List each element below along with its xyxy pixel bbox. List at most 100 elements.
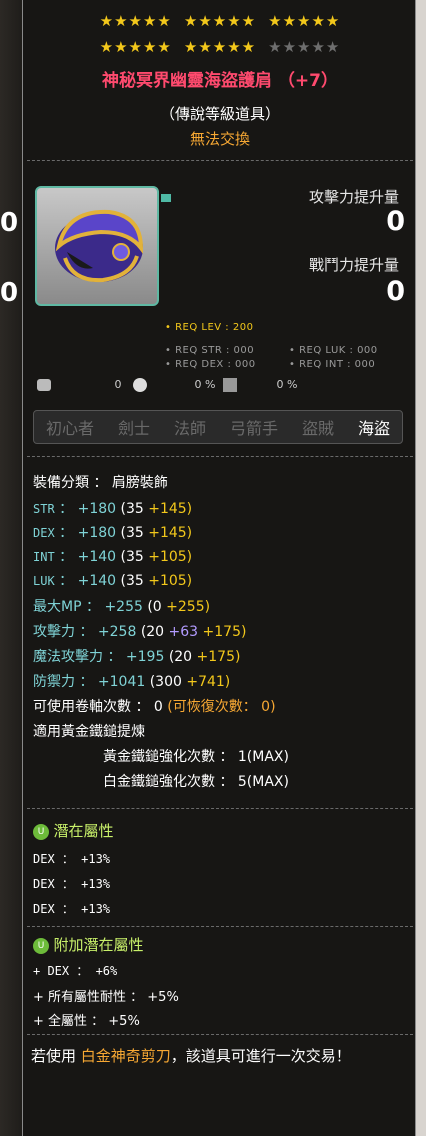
stat-bonus: +145) — [148, 525, 193, 541]
stat-magic-attack-row: 魔法攻擊力 ： +195 (20 +175) — [33, 649, 241, 665]
potential-line: DEX ： +13% — [33, 852, 111, 866]
scroll-slots: 可使用卷軸次數 ： 0 — [33, 699, 163, 715]
req-int: • REQ INT : 000 — [289, 359, 376, 370]
shield-icon — [222, 378, 237, 392]
info-value-b: 0 % — [194, 378, 216, 391]
platinum-hammer-count: 白金鐵鎚強化次數 ： 5(MAX) — [103, 774, 289, 790]
star-icon-group: ★★★★★ — [183, 12, 257, 30]
divider — [27, 1034, 413, 1036]
notice-prefix: 若使用 — [31, 1047, 81, 1065]
stat-dex-row: DEX ： +180 (35 +145) — [33, 525, 193, 541]
divider — [27, 456, 413, 458]
background-panel-right — [416, 0, 426, 1136]
stat-bonus: +105) — [148, 573, 193, 589]
item-icon-frame — [35, 186, 159, 306]
stat-total: +180 — [77, 501, 117, 517]
stat-base: (0 — [147, 599, 162, 615]
star-icon-group: ★★★★★ — [183, 38, 257, 56]
star-force-row-1: ★★★★★ ★★★★★ ★★★★★ — [23, 12, 417, 30]
stat-bonus: +175) — [202, 624, 247, 640]
divider — [27, 160, 413, 162]
combat-increase-label: 戰鬥力提升量 — [308, 256, 399, 274]
stat-str-row: STR ： +180 (35 +145) — [33, 501, 193, 517]
star-icon-group: ★★★★★ — [99, 12, 172, 30]
gem-icon — [161, 194, 171, 202]
notice-item: 白金神奇剪刀 — [80, 1047, 171, 1065]
job-warrior: 劍士 — [117, 419, 150, 438]
combat-increase-value: 0 — [386, 276, 405, 307]
stat-bonus: +741) — [186, 674, 231, 690]
bonus-potential-title: 附加潛在屬性 — [53, 936, 144, 954]
job-restriction-bar: 初心者 劍士 法師 弓箭手 盜賊 海盜 — [33, 410, 403, 444]
stat-label: INT — [33, 550, 55, 564]
potion-icon — [37, 379, 51, 391]
left-number: 0 — [0, 208, 19, 238]
stat-base: (35 — [120, 549, 144, 565]
divider — [27, 926, 413, 928]
bonus-potential-line: + 全屬性 ： +5% — [33, 1014, 140, 1029]
potential-line: DEX ： +13% — [33, 902, 111, 916]
item-tooltip: ★★★★★ ★★★★★ ★★★★★ ★★★★★ ★★★★★ ★★★★★ 神秘冥界幽靈海盜… — [22, 0, 416, 1136]
item-name: 神秘冥界幽靈海盜護肩 （+7） — [102, 71, 338, 91]
equip-category: 裝備分類 ： 肩膀裝飾 — [33, 475, 168, 491]
trade-status: 無法交換 — [189, 130, 250, 148]
attack-increase-label: 攻擊力提升量 — [308, 188, 399, 206]
empty-star-icon-group: ★★★★★ — [268, 38, 341, 56]
stat-base: (35 — [120, 501, 144, 517]
req-luk: • REQ LUK : 000 — [289, 345, 378, 356]
background-panel-left: 0 0 — [0, 0, 22, 1136]
stat-total: +140 — [77, 573, 117, 589]
job-pirate: 海盜 — [357, 419, 390, 438]
stat-total: +258 — [97, 624, 137, 640]
stat-luk-row: LUK ： +140 (35 +105) — [33, 573, 193, 589]
gold-hammer-count: 黃金鐵鎚強化次數 ： 1(MAX) — [103, 749, 289, 765]
stat-bonus: +255) — [166, 599, 211, 615]
stat-label: DEX — [33, 526, 55, 540]
left-number: 0 — [0, 278, 19, 308]
divider — [27, 808, 413, 810]
stat-int-row: INT ： +140 (35 +105) — [33, 549, 193, 565]
req-level: • REQ LEV : 200 — [165, 322, 254, 333]
stat-mp-row: 最大MP ： +255 (0 +255) — [33, 599, 211, 615]
req-str: • REQ STR : 000 — [165, 345, 255, 356]
stat-base: (35 — [120, 525, 144, 541]
scroll-restore: (可恢復次數： 0) — [167, 699, 276, 715]
stat-defense-row: 防禦力 ： +1041 (300 +741) — [33, 674, 231, 690]
item-info-icons: 0 0 % 0 % — [37, 378, 297, 392]
bonus-potential-line: + DEX ： +6% — [33, 964, 118, 978]
scroll-slots-row: 可使用卷軸次數 ： 0 (可恢復次數： 0) — [33, 696, 276, 716]
stat-label: 防禦力 — [33, 674, 75, 690]
stat-label: LUK — [33, 574, 55, 588]
req-dex: • REQ DEX : 000 — [165, 359, 256, 370]
bonus-potential-line: + 所有屬性耐性 ： +5% — [33, 990, 179, 1005]
star-icon-group: ★★★★★ — [99, 38, 172, 56]
stat-base: (20 — [140, 624, 165, 640]
stat-total: +140 — [77, 549, 117, 565]
info-value-c: 0 % — [276, 378, 298, 391]
stat-attack-row: 攻擊力 ： +258 (20 +63 +175) — [33, 624, 247, 640]
shoulder-armor-icon — [55, 209, 144, 283]
job-beginner: 初心者 — [45, 419, 94, 438]
potential-title: 潛在屬性 — [53, 822, 114, 840]
job-archer: 弓箭手 — [229, 419, 278, 438]
potential-line: DEX ： +13% — [33, 877, 111, 891]
stat-label: STR — [33, 502, 55, 516]
attack-increase-value: 0 — [386, 206, 405, 237]
job-mage: 法師 — [173, 419, 206, 438]
user-icon — [133, 378, 147, 392]
potential-header: U 潛在屬性 — [33, 820, 113, 841]
stat-bonus: +175) — [196, 649, 241, 665]
stat-total: +195 — [125, 649, 165, 665]
notice-suffix: ，該道具可進行一次交易！ — [170, 1047, 351, 1065]
stat-star-bonus: +63 — [168, 624, 199, 640]
star-icon-group: ★★★★★ — [268, 12, 341, 30]
info-value-a: 0 — [114, 378, 122, 391]
stat-label: 攻擊力 — [33, 624, 75, 640]
stat-base: (300 — [149, 674, 182, 690]
bonus-potential-header: U 附加潛在屬性 — [33, 934, 143, 955]
hammer-info: 適用黃金鐵鎚提煉 — [33, 724, 145, 740]
stat-bonus: +105) — [148, 549, 193, 565]
star-force-row-2: ★★★★★ ★★★★★ ★★★★★ — [23, 38, 417, 56]
stat-total: +255 — [104, 599, 143, 615]
stat-total: +180 — [77, 525, 117, 541]
